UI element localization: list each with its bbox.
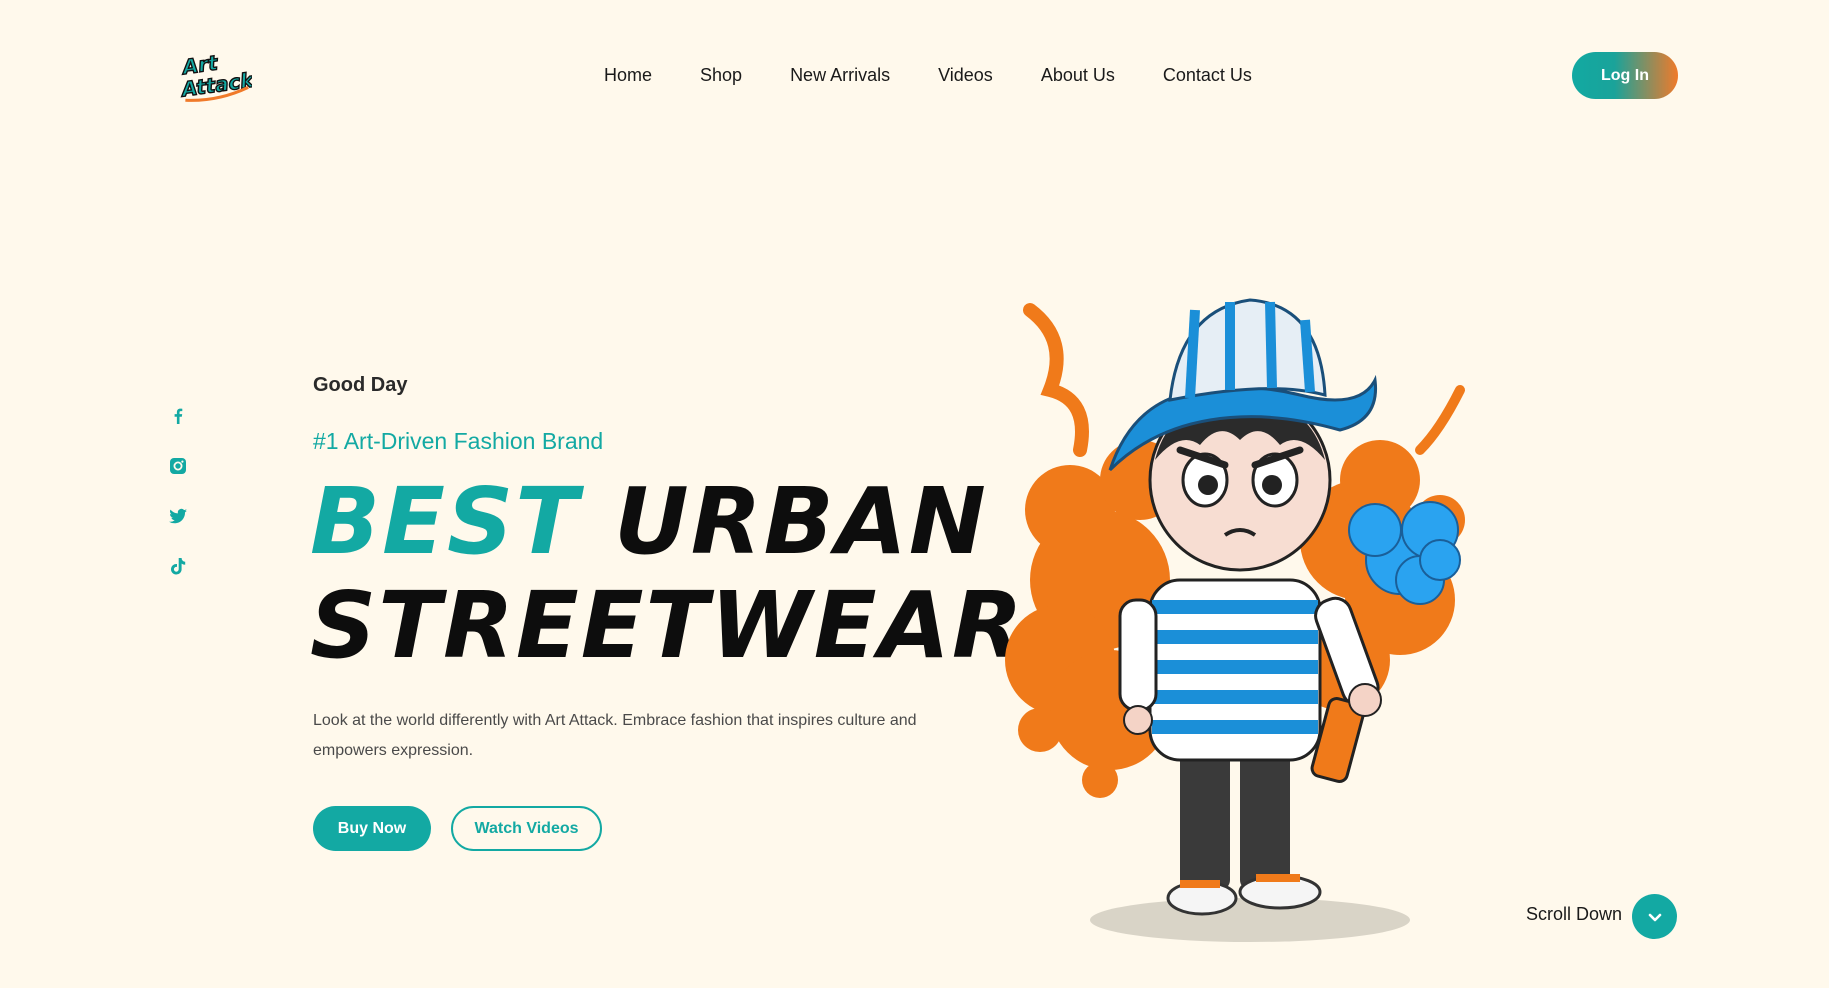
headline-word-streetwear: STREETWEAR xyxy=(310,572,1025,679)
scroll-down-button[interactable] xyxy=(1632,894,1677,939)
nav-videos[interactable]: Videos xyxy=(938,64,993,86)
headline-word-urban: URBAN xyxy=(614,468,988,575)
nav-shop[interactable]: Shop xyxy=(700,64,742,86)
nav-home[interactable]: Home xyxy=(604,64,652,86)
headline-word-best: BEST xyxy=(310,468,580,575)
hero-illustration xyxy=(1005,298,1465,942)
instagram-icon[interactable] xyxy=(166,455,190,477)
headline: BEST URBAN STREETWEAR xyxy=(310,470,1025,678)
main-nav: Home Shop New Arrivals Videos About Us C… xyxy=(604,64,1300,86)
facebook-icon[interactable] xyxy=(166,405,190,427)
watch-videos-button[interactable]: Watch Videos xyxy=(451,806,602,851)
twitter-icon[interactable] xyxy=(166,505,190,527)
hero-description: Look at the world differently with Art A… xyxy=(313,712,917,759)
greeting: Good Day xyxy=(313,374,408,396)
buy-now-button[interactable]: Buy Now xyxy=(313,806,431,851)
nav-new-arrivals[interactable]: New Arrivals xyxy=(790,64,890,86)
social-links xyxy=(166,405,190,577)
tiktok-icon[interactable] xyxy=(166,555,190,577)
scroll-down-label: Scroll Down xyxy=(1526,904,1623,924)
nav-about-us[interactable]: About Us xyxy=(1041,64,1115,86)
chevron-down-icon xyxy=(1648,913,1661,921)
nav-contact-us[interactable]: Contact Us xyxy=(1163,64,1252,86)
login-button[interactable]: Log In xyxy=(1572,52,1678,99)
brand-logo[interactable]: Art Attack xyxy=(176,44,252,104)
tagline: #1 Art-Driven Fashion Brand xyxy=(313,428,604,454)
